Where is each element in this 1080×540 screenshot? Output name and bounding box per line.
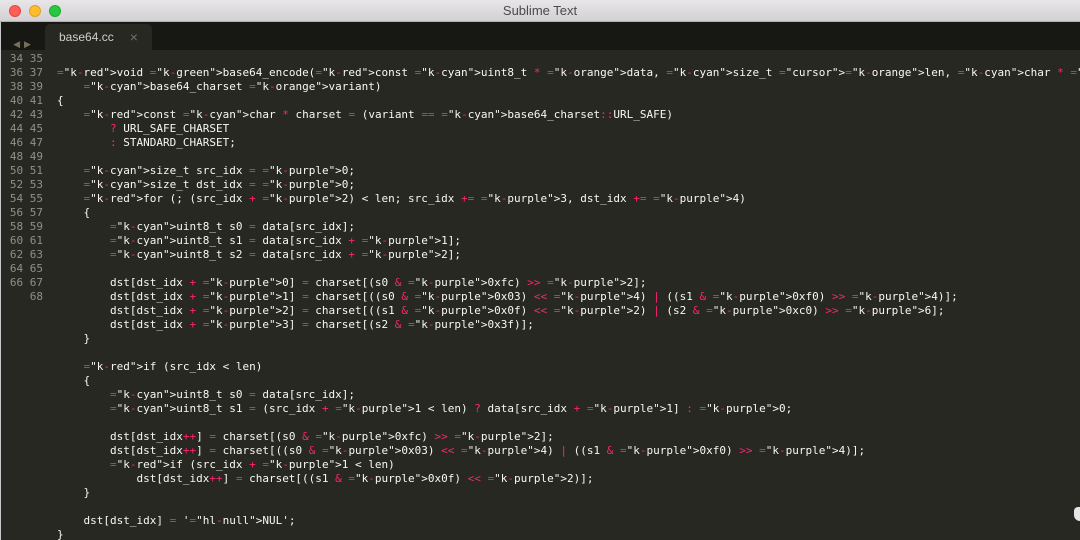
editor-pane: ◀ ▶ base64.cc × 34 35 36 37 38 39 40 41 … [1, 22, 1080, 540]
tab-base64[interactable]: base64.cc × [45, 24, 152, 50]
line-numbers: 34 35 36 37 38 39 40 41 42 43 44 45 46 4… [1, 50, 51, 540]
window-title: Sublime Text [503, 3, 577, 18]
close-tab-icon[interactable]: × [130, 29, 138, 45]
code-area[interactable]: ="k-red">void ="k-green">base64_encode(=… [51, 50, 1080, 540]
window-controls [9, 5, 61, 17]
tab-label: base64.cc [59, 30, 114, 44]
wechat-icon [1074, 507, 1080, 531]
minimize-window-button[interactable] [29, 5, 41, 17]
fold-left-icon: ◀ [13, 39, 20, 50]
tab-bar: ◀ ▶ base64.cc × [1, 22, 1080, 50]
watermark: xueyuanjun [1074, 506, 1080, 532]
main-area: FOLDERS ▼tensorflow▶tensorflow▶third_par… [0, 22, 1080, 540]
zoom-window-button[interactable] [49, 5, 61, 17]
fold-indicators[interactable]: ◀ ▶ [1, 31, 43, 50]
window-titlebar: Sublime Text [0, 0, 1080, 22]
close-window-button[interactable] [9, 5, 21, 17]
editor-body: 34 35 36 37 38 39 40 41 42 43 44 45 46 4… [1, 50, 1080, 540]
fold-right-icon: ▶ [24, 39, 31, 50]
